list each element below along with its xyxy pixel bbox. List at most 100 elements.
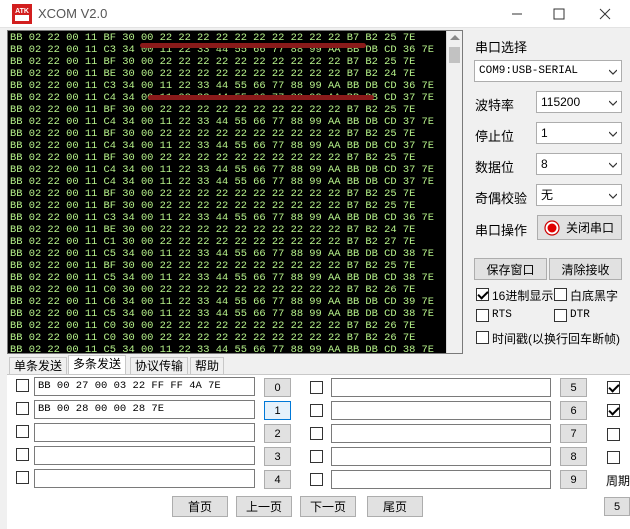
port-select[interactable]: COM9:USB-SERIAL xyxy=(474,60,622,82)
receive-line: BB 02 22 00 11 C4 34 00 11 22 33 44 55 6… xyxy=(10,140,435,152)
send-row-0-button[interactable]: 0 xyxy=(264,378,291,397)
send-row-3-checkbox[interactable] xyxy=(16,448,29,461)
chevron-down-icon xyxy=(609,162,617,168)
receive-line: BB 02 22 00 11 BF 30 00 22 22 22 22 22 2… xyxy=(10,188,416,200)
receive-line: BB 02 22 00 11 C3 34 00 11 22 33 44 55 6… xyxy=(10,212,435,224)
send-row-6-end-checkbox[interactable] xyxy=(607,404,620,417)
send-row-1-button[interactable]: 1 xyxy=(264,401,291,420)
chevron-down-icon xyxy=(609,131,617,137)
send-row-6-checkbox[interactable] xyxy=(310,404,323,417)
send-row-4-button[interactable]: 4 xyxy=(264,470,291,489)
save-window-button[interactable]: 保存窗口 xyxy=(474,258,547,280)
send-row-5-input[interactable] xyxy=(331,378,551,397)
cycle-label: 周期 xyxy=(606,474,630,488)
send-row-5-end-checkbox[interactable] xyxy=(607,381,620,394)
send-row-3-input[interactable] xyxy=(34,446,255,465)
last-page-button[interactable]: 尾页 xyxy=(367,496,423,517)
receive-text: BB 02 22 00 11 BF 30 00 22 22 22 22 22 2… xyxy=(10,32,446,352)
send-row-2-button[interactable]: 2 xyxy=(264,424,291,443)
tab-single-send[interactable]: 单条发送 xyxy=(9,357,68,375)
parity-select[interactable]: 无 xyxy=(536,184,622,206)
send-row-7-button[interactable]: 7 xyxy=(560,424,587,443)
send-row-1-checkbox[interactable] xyxy=(16,402,29,415)
rts-checkbox[interactable] xyxy=(476,309,489,322)
send-row-0-checkbox[interactable] xyxy=(16,379,29,392)
send-row-7-input[interactable] xyxy=(331,424,551,443)
tab-protocol[interactable]: 协议传输 xyxy=(130,357,189,375)
tab-help[interactable]: 帮助 xyxy=(190,357,225,375)
send-row-8-button[interactable]: 8 xyxy=(560,447,587,466)
send-row-7-checkbox[interactable] xyxy=(310,427,323,440)
maximize-button[interactable] xyxy=(536,2,582,26)
baud-select[interactable]: 115200 xyxy=(536,91,622,113)
send-row-9-button[interactable]: 9 xyxy=(560,470,587,489)
receive-line: BB 02 22 00 11 C4 34 00 11 22 33 44 55 6… xyxy=(10,176,435,188)
clear-receive-button[interactable]: 清除接收 xyxy=(549,258,622,280)
receive-line: BB 02 22 00 11 C3 34 00 11 22 33 44 55 6… xyxy=(10,80,435,92)
dtr-checkbox[interactable] xyxy=(554,309,567,322)
receive-line: BB 02 22 00 11 BF 30 00 22 22 22 22 22 2… xyxy=(10,152,416,164)
timestamp-label: 时间戳(以换行回车断帧) xyxy=(492,332,620,346)
send-row-9-checkbox[interactable] xyxy=(310,473,323,486)
send-row-4-input[interactable] xyxy=(34,469,255,488)
close-button[interactable] xyxy=(582,2,628,26)
parity-label: 奇偶校验 xyxy=(475,191,528,206)
title-bar: ATK XCOM V2.0 xyxy=(0,0,630,28)
hex-display-checkbox[interactable] xyxy=(476,288,489,301)
next-page-button[interactable]: 下一页 xyxy=(300,496,356,517)
send-row-8-input[interactable] xyxy=(331,447,551,466)
record-icon xyxy=(544,219,560,236)
send-row-1-input[interactable]: BB 00 28 00 00 28 7E xyxy=(34,400,255,419)
minimize-icon xyxy=(512,13,522,15)
port-select-label: 串口选择 xyxy=(475,40,528,55)
stop-bits-label: 停止位 xyxy=(475,129,515,144)
maximize-icon xyxy=(553,8,565,20)
close-port-button[interactable]: 关闭串口 xyxy=(537,215,622,240)
send-row-9-input[interactable] xyxy=(331,470,551,489)
scroll-thumb[interactable] xyxy=(449,47,460,63)
minimize-button[interactable] xyxy=(494,2,540,26)
send-row-6-input[interactable] xyxy=(331,401,551,420)
prev-page-button[interactable]: 上一页 xyxy=(236,496,292,517)
redaction-mark xyxy=(148,95,374,100)
receive-line: BB 02 22 00 11 C0 30 00 22 22 22 22 22 2… xyxy=(10,284,416,296)
chevron-down-icon xyxy=(609,100,617,106)
baud-label: 波特率 xyxy=(475,98,515,113)
send-row-5-button[interactable]: 5 xyxy=(560,378,587,397)
send-row-8-checkbox[interactable] xyxy=(310,450,323,463)
receive-area[interactable]: BB 02 22 00 11 BF 30 00 22 22 22 22 22 2… xyxy=(7,30,463,354)
data-bits-label: 数据位 xyxy=(475,160,515,175)
receive-line: BB 02 22 00 11 BF 30 00 22 22 22 22 22 2… xyxy=(10,260,416,272)
send-row-2-input[interactable] xyxy=(34,423,255,442)
send-row-6-button[interactable]: 6 xyxy=(560,401,587,420)
dtr-label: DTR xyxy=(570,309,590,321)
receive-line: BB 02 22 00 11 C4 34 00 11 22 33 44 55 6… xyxy=(10,116,435,128)
receive-line: BB 02 22 00 11 BF 30 00 22 22 22 22 22 2… xyxy=(10,128,416,140)
receive-line: BB 02 22 00 11 C5 34 00 11 22 33 44 55 6… xyxy=(10,248,435,260)
receive-line: BB 02 22 00 11 C4 34 00 11 22 33 44 55 6… xyxy=(10,164,435,176)
send-row-5-checkbox[interactable] xyxy=(310,381,323,394)
receive-line: BB 02 22 00 11 BF 30 00 22 22 22 22 22 2… xyxy=(10,200,416,212)
tab-multi-send[interactable]: 多条发送 xyxy=(68,355,127,375)
receive-line: BB 02 22 00 11 BE 30 00 22 22 22 22 22 2… xyxy=(10,68,416,80)
send-row-4-checkbox[interactable] xyxy=(16,471,29,484)
send-row-3-button[interactable]: 3 xyxy=(264,447,291,466)
timestamp-checkbox[interactable] xyxy=(476,331,489,344)
first-page-button[interactable]: 首页 xyxy=(172,496,228,517)
scroll-up-icon[interactable] xyxy=(450,35,460,40)
send-row-7-end-checkbox[interactable] xyxy=(607,428,620,441)
data-bits-select[interactable]: 8 xyxy=(536,153,622,175)
send-row-8-end-checkbox[interactable] xyxy=(607,451,620,464)
white-bg-checkbox[interactable] xyxy=(554,288,567,301)
send-row-0-input[interactable]: BB 00 27 00 03 22 FF FF 4A 7E xyxy=(34,377,255,396)
port-operation-label: 串口操作 xyxy=(475,223,528,238)
receive-line: BB 02 22 00 11 C0 30 00 22 22 22 22 22 2… xyxy=(10,332,416,344)
rts-label: RTS xyxy=(492,309,512,321)
send-row-2-checkbox[interactable] xyxy=(16,425,29,438)
receive-scrollbar[interactable] xyxy=(446,31,462,353)
cycle-input[interactable]: 5 xyxy=(604,497,630,516)
svg-text:ATK: ATK xyxy=(15,8,29,15)
chevron-down-icon xyxy=(609,193,617,199)
stop-bits-select[interactable]: 1 xyxy=(536,122,622,144)
receive-line: BB 02 22 00 11 BF 30 00 22 22 22 22 22 2… xyxy=(10,104,416,116)
